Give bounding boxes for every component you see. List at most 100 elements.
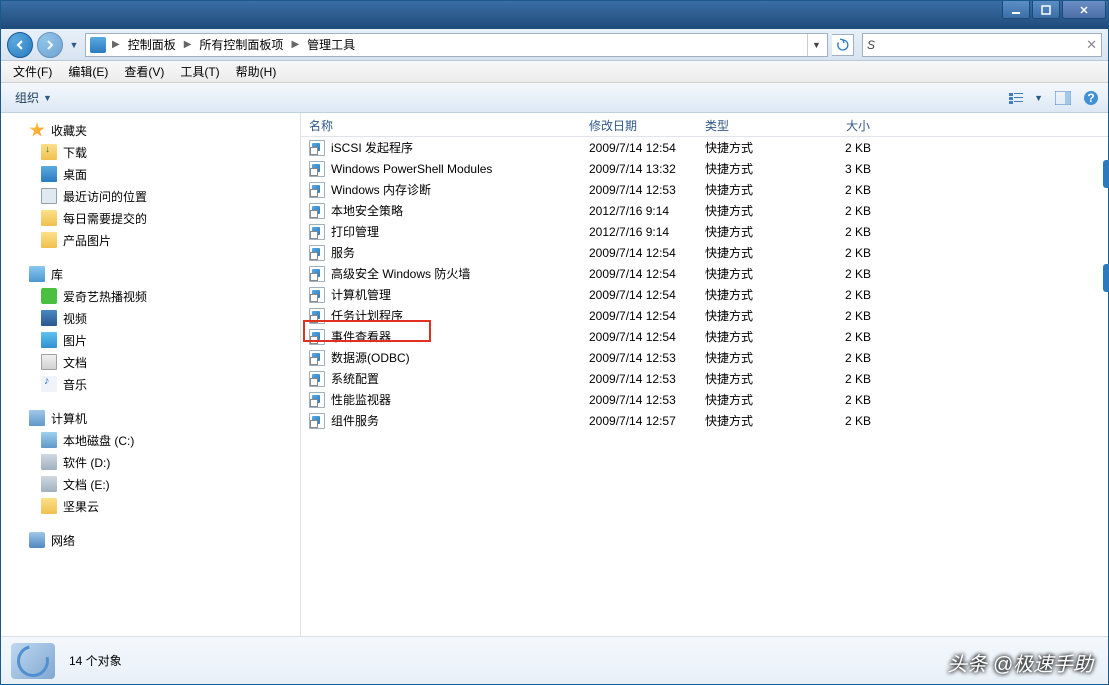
back-button[interactable] (7, 32, 33, 58)
breadcrumb-item[interactable]: 管理工具 (303, 36, 359, 53)
file-name: 服务 (331, 244, 355, 261)
history-dropdown[interactable]: ▼ (67, 35, 81, 55)
address-dropdown[interactable]: ▼ (807, 34, 825, 56)
list-item[interactable]: 事件查看器2009/7/14 12:54快捷方式2 KB (301, 326, 1108, 347)
folder-icon (41, 232, 57, 248)
tree-label: 坚果云 (63, 498, 99, 515)
column-name[interactable]: 名称 (301, 113, 581, 136)
list-item[interactable]: 任务计划程序2009/7/14 12:54快捷方式2 KB (301, 305, 1108, 326)
file-name: 事件查看器 (331, 328, 391, 345)
chevron-right-icon[interactable]: ▶ (108, 39, 124, 50)
minimize-button[interactable] (1002, 1, 1030, 19)
star-icon (29, 122, 45, 138)
breadcrumb-item[interactable]: 控制面板 (124, 36, 180, 53)
list-item[interactable]: Windows 内存诊断2009/7/14 12:53快捷方式2 KB (301, 179, 1108, 200)
iqiyi-icon (41, 288, 57, 304)
tree-pictures[interactable]: 图片 (1, 329, 300, 351)
file-type: 快捷方式 (697, 391, 809, 408)
tree-desktop[interactable]: 桌面 (1, 163, 300, 185)
menu-help[interactable]: 帮助(H) (228, 61, 285, 82)
tree-folder[interactable]: 每日需要提交的 (1, 207, 300, 229)
list-item[interactable]: 数据源(ODBC)2009/7/14 12:53快捷方式2 KB (301, 347, 1108, 368)
file-name: 本地安全策略 (331, 202, 403, 219)
folder-icon (41, 498, 57, 514)
list-item[interactable]: 系统配置2009/7/14 12:53快捷方式2 KB (301, 368, 1108, 389)
tree-label: 下载 (63, 144, 87, 161)
menu-edit[interactable]: 编辑(E) (60, 61, 116, 82)
file-date: 2009/7/14 12:54 (581, 141, 697, 155)
refresh-button[interactable] (832, 34, 854, 56)
recent-icon (41, 188, 57, 204)
chevron-right-icon[interactable]: ▶ (287, 39, 303, 50)
clear-search-icon[interactable]: ✕ (1086, 37, 1097, 53)
tree-label: 网络 (51, 532, 75, 549)
file-date: 2009/7/14 13:32 (581, 162, 697, 176)
tree-label: 每日需要提交的 (63, 210, 147, 227)
file-type: 快捷方式 (697, 202, 809, 219)
navigation-row: ▼ ▶ 控制面板 ▶ 所有控制面板项 ▶ 管理工具 ▼ ✕ (1, 29, 1108, 61)
organize-button[interactable]: 组织 ▼ (7, 86, 60, 109)
list-item[interactable]: 服务2009/7/14 12:54快捷方式2 KB (301, 242, 1108, 263)
forward-button[interactable] (37, 32, 63, 58)
view-options-button[interactable]: ▼ (1006, 88, 1046, 108)
list-item[interactable]: Windows PowerShell Modules 2009/7/14 13:3… (301, 158, 1108, 179)
search-input[interactable] (867, 38, 1086, 52)
tree-drive-c[interactable]: 本地磁盘 (C:) (1, 429, 300, 451)
column-date[interactable]: 修改日期 (581, 113, 697, 136)
tree-downloads[interactable]: 下载 (1, 141, 300, 163)
column-type[interactable]: 类型 (697, 113, 809, 136)
shortcut-icon (309, 203, 325, 219)
tree-drive-e[interactable]: 文档 (E:) (1, 473, 300, 495)
tree-iqiyi[interactable]: 爱奇艺热播视频 (1, 285, 300, 307)
tree-nutcloud[interactable]: 坚果云 (1, 495, 300, 517)
chevron-right-icon[interactable]: ▶ (180, 39, 196, 50)
file-list: 名称 修改日期 类型 大小 iSCSI 发起程序2009/7/14 12:54快… (301, 113, 1108, 636)
file-type: 快捷方式 (697, 412, 809, 429)
maximize-button[interactable] (1032, 1, 1060, 19)
navigation-pane[interactable]: 收藏夹 下载 桌面 最近访问的位置 每日需要提交的 产品图片 库 爱奇艺热播视频… (1, 113, 301, 636)
preview-pane-button[interactable] (1052, 88, 1074, 108)
tree-network[interactable]: 网络 (1, 529, 300, 551)
list-item[interactable]: 组件服务2009/7/14 12:57快捷方式2 KB (301, 410, 1108, 431)
expand-icon[interactable] (15, 535, 26, 546)
close-button[interactable] (1062, 1, 1106, 19)
list-item[interactable]: 打印管理2012/7/16 9:14快捷方式2 KB (301, 221, 1108, 242)
tree-libraries[interactable]: 库 (1, 263, 300, 285)
file-type: 快捷方式 (697, 307, 809, 324)
menu-tools[interactable]: 工具(T) (172, 61, 227, 82)
tree-folder[interactable]: 产品图片 (1, 229, 300, 251)
shortcut-icon (309, 140, 325, 156)
shortcut-icon (309, 308, 325, 324)
list-item[interactable]: 高级安全 Windows 防火墙2009/7/14 12:54快捷方式2 KB (301, 263, 1108, 284)
list-item[interactable]: iSCSI 发起程序2009/7/14 12:54快捷方式2 KB (301, 137, 1108, 158)
tree-drive-d[interactable]: 软件 (D:) (1, 451, 300, 473)
picture-icon (41, 332, 57, 348)
tree-computer[interactable]: 计算机 (1, 407, 300, 429)
tree-label: 音乐 (63, 376, 87, 393)
breadcrumb-item[interactable]: 所有控制面板项 (195, 36, 287, 53)
file-size: 2 KB (809, 393, 879, 407)
file-size: 2 KB (809, 414, 879, 428)
list-item[interactable]: 本地安全策略2012/7/16 9:14快捷方式2 KB (301, 200, 1108, 221)
file-size: 3 KB (809, 162, 879, 176)
search-box[interactable]: ✕ (862, 33, 1102, 57)
tree-favorites[interactable]: 收藏夹 (1, 119, 300, 141)
collapse-icon[interactable] (15, 269, 26, 280)
tree-music[interactable]: 音乐 (1, 373, 300, 395)
help-button[interactable]: ? (1080, 87, 1102, 109)
list-item[interactable]: 性能监视器2009/7/14 12:53快捷方式2 KB (301, 389, 1108, 410)
menu-file[interactable]: 文件(F) (5, 61, 60, 82)
tree-videos[interactable]: 视频 (1, 307, 300, 329)
document-icon (41, 354, 57, 370)
column-size[interactable]: 大小 (809, 113, 879, 136)
file-name: Windows PowerShell Modules (331, 162, 492, 176)
tree-label: 文档 (E:) (63, 476, 110, 493)
tree-documents[interactable]: 文档 (1, 351, 300, 373)
file-date: 2009/7/14 12:54 (581, 267, 697, 281)
tree-recent[interactable]: 最近访问的位置 (1, 185, 300, 207)
list-item[interactable]: 计算机管理2009/7/14 12:54快捷方式2 KB (301, 284, 1108, 305)
menu-view[interactable]: 查看(V) (116, 61, 172, 82)
collapse-icon[interactable] (15, 125, 26, 136)
collapse-icon[interactable] (15, 413, 26, 424)
address-bar[interactable]: ▶ 控制面板 ▶ 所有控制面板项 ▶ 管理工具 ▼ (85, 33, 828, 57)
